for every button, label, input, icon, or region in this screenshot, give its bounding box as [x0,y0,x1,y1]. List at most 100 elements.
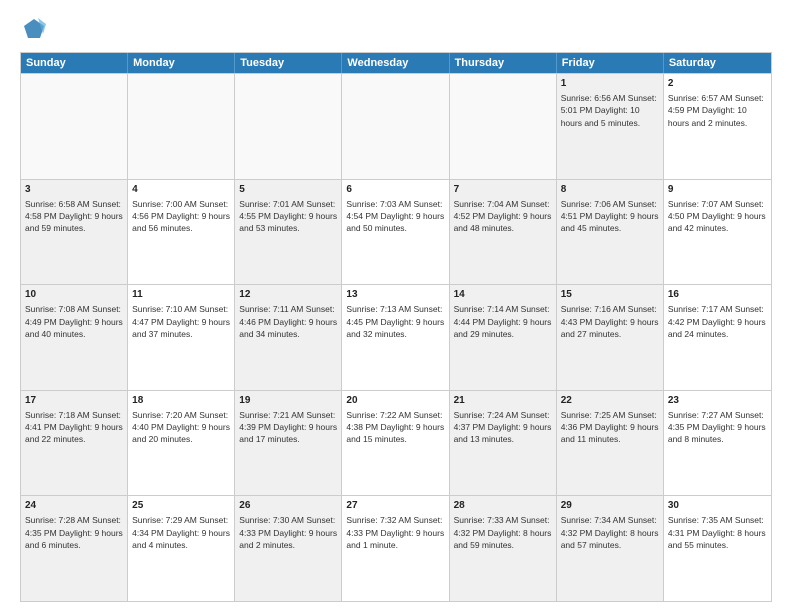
day-info: Sunrise: 7:06 AM Sunset: 4:51 PM Dayligh… [561,198,659,235]
cal-cell: 23Sunrise: 7:27 AM Sunset: 4:35 PM Dayli… [664,391,771,496]
header-cell-monday: Monday [128,53,235,73]
day-number: 5 [239,183,337,197]
cal-cell: 11Sunrise: 7:10 AM Sunset: 4:47 PM Dayli… [128,285,235,390]
day-info: Sunrise: 7:24 AM Sunset: 4:37 PM Dayligh… [454,409,552,446]
day-number: 7 [454,183,552,197]
logo [20,16,52,44]
day-info: Sunrise: 7:04 AM Sunset: 4:52 PM Dayligh… [454,198,552,235]
day-info: Sunrise: 7:25 AM Sunset: 4:36 PM Dayligh… [561,409,659,446]
day-number: 11 [132,288,230,302]
day-info: Sunrise: 7:08 AM Sunset: 4:49 PM Dayligh… [25,303,123,340]
week-row-4: 17Sunrise: 7:18 AM Sunset: 4:41 PM Dayli… [21,390,771,496]
day-number: 4 [132,183,230,197]
day-info: Sunrise: 7:00 AM Sunset: 4:56 PM Dayligh… [132,198,230,235]
cal-cell: 15Sunrise: 7:16 AM Sunset: 4:43 PM Dayli… [557,285,664,390]
cal-cell: 5Sunrise: 7:01 AM Sunset: 4:55 PM Daylig… [235,180,342,285]
calendar-header: SundayMondayTuesdayWednesdayThursdayFrid… [21,53,771,73]
cal-cell: 29Sunrise: 7:34 AM Sunset: 4:32 PM Dayli… [557,496,664,601]
cal-cell: 20Sunrise: 7:22 AM Sunset: 4:38 PM Dayli… [342,391,449,496]
logo-icon [20,16,48,44]
day-number: 14 [454,288,552,302]
cal-cell: 25Sunrise: 7:29 AM Sunset: 4:34 PM Dayli… [128,496,235,601]
day-number: 10 [25,288,123,302]
cal-cell: 14Sunrise: 7:14 AM Sunset: 4:44 PM Dayli… [450,285,557,390]
day-number: 6 [346,183,444,197]
day-number: 24 [25,499,123,513]
day-info: Sunrise: 7:07 AM Sunset: 4:50 PM Dayligh… [668,198,767,235]
day-info: Sunrise: 7:33 AM Sunset: 4:32 PM Dayligh… [454,514,552,551]
day-info: Sunrise: 7:01 AM Sunset: 4:55 PM Dayligh… [239,198,337,235]
day-number: 28 [454,499,552,513]
day-info: Sunrise: 7:17 AM Sunset: 4:42 PM Dayligh… [668,303,767,340]
cal-cell: 2Sunrise: 6:57 AM Sunset: 4:59 PM Daylig… [664,74,771,179]
day-number: 18 [132,394,230,408]
cal-cell: 8Sunrise: 7:06 AM Sunset: 4:51 PM Daylig… [557,180,664,285]
day-number: 12 [239,288,337,302]
week-row-3: 10Sunrise: 7:08 AM Sunset: 4:49 PM Dayli… [21,284,771,390]
header-cell-sunday: Sunday [21,53,128,73]
day-info: Sunrise: 7:20 AM Sunset: 4:40 PM Dayligh… [132,409,230,446]
cal-cell: 13Sunrise: 7:13 AM Sunset: 4:45 PM Dayli… [342,285,449,390]
day-info: Sunrise: 6:58 AM Sunset: 4:58 PM Dayligh… [25,198,123,235]
day-info: Sunrise: 7:21 AM Sunset: 4:39 PM Dayligh… [239,409,337,446]
day-number: 1 [561,77,659,91]
cal-cell: 30Sunrise: 7:35 AM Sunset: 4:31 PM Dayli… [664,496,771,601]
day-number: 21 [454,394,552,408]
day-number: 15 [561,288,659,302]
day-number: 20 [346,394,444,408]
day-number: 29 [561,499,659,513]
header-cell-wednesday: Wednesday [342,53,449,73]
day-number: 23 [668,394,767,408]
calendar: SundayMondayTuesdayWednesdayThursdayFrid… [20,52,772,602]
cal-cell [342,74,449,179]
day-number: 25 [132,499,230,513]
day-info: Sunrise: 7:32 AM Sunset: 4:33 PM Dayligh… [346,514,444,551]
day-info: Sunrise: 7:10 AM Sunset: 4:47 PM Dayligh… [132,303,230,340]
calendar-body: 1Sunrise: 6:56 AM Sunset: 5:01 PM Daylig… [21,73,771,601]
day-info: Sunrise: 6:56 AM Sunset: 5:01 PM Dayligh… [561,92,659,129]
day-number: 3 [25,183,123,197]
cal-cell: 19Sunrise: 7:21 AM Sunset: 4:39 PM Dayli… [235,391,342,496]
cal-cell: 22Sunrise: 7:25 AM Sunset: 4:36 PM Dayli… [557,391,664,496]
header-cell-thursday: Thursday [450,53,557,73]
day-number: 26 [239,499,337,513]
week-row-5: 24Sunrise: 7:28 AM Sunset: 4:35 PM Dayli… [21,495,771,601]
day-number: 19 [239,394,337,408]
day-info: Sunrise: 7:28 AM Sunset: 4:35 PM Dayligh… [25,514,123,551]
page: SundayMondayTuesdayWednesdayThursdayFrid… [0,0,792,612]
day-info: Sunrise: 6:57 AM Sunset: 4:59 PM Dayligh… [668,92,767,129]
cal-cell: 21Sunrise: 7:24 AM Sunset: 4:37 PM Dayli… [450,391,557,496]
cal-cell [21,74,128,179]
day-info: Sunrise: 7:11 AM Sunset: 4:46 PM Dayligh… [239,303,337,340]
header-cell-saturday: Saturday [664,53,771,73]
cal-cell: 4Sunrise: 7:00 AM Sunset: 4:56 PM Daylig… [128,180,235,285]
day-info: Sunrise: 7:16 AM Sunset: 4:43 PM Dayligh… [561,303,659,340]
cal-cell: 18Sunrise: 7:20 AM Sunset: 4:40 PM Dayli… [128,391,235,496]
header [20,16,772,44]
day-info: Sunrise: 7:14 AM Sunset: 4:44 PM Dayligh… [454,303,552,340]
day-info: Sunrise: 7:34 AM Sunset: 4:32 PM Dayligh… [561,514,659,551]
day-info: Sunrise: 7:13 AM Sunset: 4:45 PM Dayligh… [346,303,444,340]
cal-cell: 9Sunrise: 7:07 AM Sunset: 4:50 PM Daylig… [664,180,771,285]
header-cell-friday: Friday [557,53,664,73]
cal-cell: 17Sunrise: 7:18 AM Sunset: 4:41 PM Dayli… [21,391,128,496]
cal-cell [235,74,342,179]
week-row-2: 3Sunrise: 6:58 AM Sunset: 4:58 PM Daylig… [21,179,771,285]
day-number: 17 [25,394,123,408]
day-info: Sunrise: 7:03 AM Sunset: 4:54 PM Dayligh… [346,198,444,235]
day-number: 30 [668,499,767,513]
cal-cell: 1Sunrise: 6:56 AM Sunset: 5:01 PM Daylig… [557,74,664,179]
day-info: Sunrise: 7:35 AM Sunset: 4:31 PM Dayligh… [668,514,767,551]
cal-cell [450,74,557,179]
cal-cell: 24Sunrise: 7:28 AM Sunset: 4:35 PM Dayli… [21,496,128,601]
header-cell-tuesday: Tuesday [235,53,342,73]
day-number: 13 [346,288,444,302]
day-info: Sunrise: 7:22 AM Sunset: 4:38 PM Dayligh… [346,409,444,446]
day-number: 8 [561,183,659,197]
day-number: 22 [561,394,659,408]
day-info: Sunrise: 7:29 AM Sunset: 4:34 PM Dayligh… [132,514,230,551]
day-number: 27 [346,499,444,513]
day-number: 2 [668,77,767,91]
cal-cell: 7Sunrise: 7:04 AM Sunset: 4:52 PM Daylig… [450,180,557,285]
cal-cell: 12Sunrise: 7:11 AM Sunset: 4:46 PM Dayli… [235,285,342,390]
